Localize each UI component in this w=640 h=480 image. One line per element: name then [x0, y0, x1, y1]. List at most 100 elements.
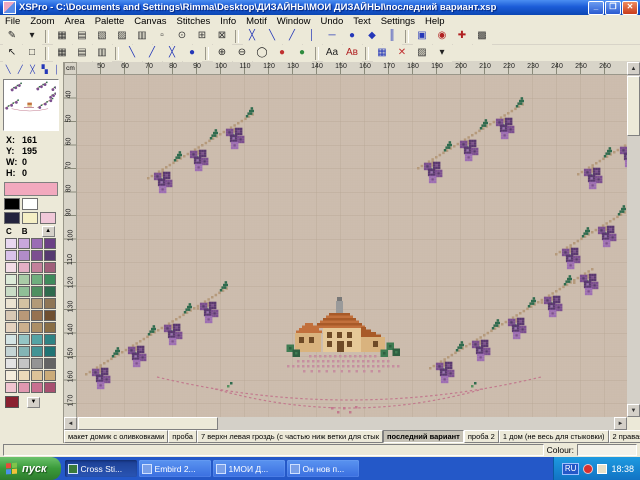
palette-swatch[interactable] — [5, 382, 17, 393]
tool-zoom-actual-button[interactable]: ◯ — [253, 45, 272, 62]
tool-blue-dot-button[interactable]: ● — [183, 45, 202, 62]
tool-circle-green-button[interactable]: ● — [293, 45, 312, 62]
palette-swatch[interactable] — [18, 370, 30, 381]
tool-pencil-tool-button[interactable]: ✎ — [3, 28, 22, 45]
palette-swatch[interactable] — [22, 212, 38, 224]
pattern-tab[interactable]: последний вариант — [383, 430, 464, 443]
palette-swatch[interactable] — [40, 212, 56, 224]
pattern-tab[interactable]: 7 верхн левая гроздь (с частью ниж ветки… — [197, 430, 383, 443]
pattern-tab[interactable]: проба — [168, 430, 197, 443]
palette-swatch[interactable] — [31, 250, 43, 261]
palette-swatch[interactable] — [4, 212, 20, 224]
tool-blue-vertical-button[interactable]: │ — [303, 28, 322, 45]
palette-swatch[interactable] — [44, 322, 56, 333]
palette-swatch[interactable] — [5, 250, 17, 261]
palette-swatch[interactable] — [18, 286, 30, 297]
tool-quarter-stitch-button[interactable]: ▧ — [93, 28, 112, 45]
palette-swatch[interactable] — [5, 334, 17, 345]
palette-swatch[interactable] — [44, 334, 56, 345]
pattern-tab[interactable]: проба 2 — [464, 430, 499, 443]
tool-pencil-dropdown-button[interactable]: ▾ — [23, 28, 42, 45]
palette-swatch[interactable] — [31, 238, 43, 249]
palette-swatch[interactable] — [18, 250, 30, 261]
palette-swatch[interactable] — [5, 370, 17, 381]
tool-blue-horizontal-button[interactable]: ─ — [323, 28, 342, 45]
pattern-tab[interactable]: 1 дом (не весь для стыковки) — [499, 430, 609, 443]
palette-swatch[interactable] — [18, 310, 30, 321]
tool-back-stitch-button[interactable]: ▥ — [133, 28, 152, 45]
palette-swatch[interactable] — [5, 262, 17, 273]
taskbar-button[interactable]: Cross Sti... — [65, 460, 137, 477]
menu-text[interactable]: Text — [348, 16, 375, 27]
maximize-button[interactable]: ❐ — [605, 1, 621, 15]
tool-half-cross-stitch-button[interactable]: ▤ — [73, 28, 92, 45]
tool-circle-red-button[interactable]: ● — [273, 45, 292, 62]
menu-motif[interactable]: Motif — [241, 16, 272, 27]
close-button[interactable]: ✕ — [622, 1, 638, 15]
start-button[interactable]: пуск — [0, 457, 61, 480]
palette-swatch[interactable] — [4, 198, 20, 210]
vertical-scrollbar[interactable]: ▲ ▼ — [627, 62, 640, 417]
tool-pattern-tool-button[interactable]: ▨ — [413, 45, 432, 62]
palette-swatch[interactable] — [5, 322, 17, 333]
tool-three-quarter-stitch-button[interactable]: ▨ — [113, 28, 132, 45]
tool-blue-line-x-button[interactable]: ╳ — [163, 45, 182, 62]
tool-french-knot-button[interactable]: ⊙ — [173, 28, 192, 45]
palette-scroll-up-button[interactable]: ▲ — [42, 226, 55, 237]
palette-swatch[interactable] — [44, 382, 56, 393]
tool-petite-stitch-button[interactable]: ▫ — [153, 28, 172, 45]
palette-swatch[interactable] — [44, 358, 56, 369]
palette-swatch[interactable] — [31, 382, 43, 393]
palette-swatch[interactable] — [31, 298, 43, 309]
tool-grid-toggle-button[interactable]: ▩ — [473, 28, 492, 45]
menu-zoom[interactable]: Zoom — [25, 16, 59, 27]
tool-side-quarter-button[interactable]: ▚ — [39, 63, 50, 77]
palette-swatch[interactable] — [22, 198, 38, 210]
palette-swatch[interactable] — [44, 238, 56, 249]
palette-swatch[interactable] — [44, 262, 56, 273]
tool-side-half-nw-button[interactable]: ╲ — [3, 63, 14, 77]
scroll-left-button[interactable]: ◄ — [64, 417, 77, 430]
scroll-up-button[interactable]: ▲ — [627, 62, 640, 75]
palette-swatch[interactable] — [44, 370, 56, 381]
palette-swatch[interactable] — [5, 358, 17, 369]
tool-letters-large-button[interactable]: Aa — [323, 45, 342, 62]
palette-swatch[interactable] — [5, 298, 17, 309]
palette-swatch[interactable] — [18, 274, 30, 285]
palette-swatch[interactable] — [31, 310, 43, 321]
palette-extra-swatch[interactable] — [5, 396, 19, 408]
taskbar-button[interactable]: Он нов п... — [287, 460, 359, 477]
palette-swatch[interactable] — [5, 274, 17, 285]
palette-scroll-down-button[interactable]: ▼ — [27, 397, 40, 408]
palette-swatch[interactable] — [44, 310, 56, 321]
tool-select-rect-button[interactable]: □ — [23, 45, 42, 62]
palette-swatch[interactable] — [5, 346, 17, 357]
tool-blue-bead-button[interactable]: ◆ — [363, 28, 382, 45]
palette-swatch[interactable] — [5, 238, 17, 249]
menu-undo[interactable]: Undo — [316, 16, 349, 27]
tray-app-icon[interactable] — [597, 464, 607, 474]
tool-blue-full-stitch-button[interactable]: ╳ — [243, 28, 262, 45]
palette-swatch[interactable] — [44, 298, 56, 309]
tool-delete-red-button[interactable]: ✕ — [393, 45, 412, 62]
tool-blue-half-fwd-button[interactable]: ╱ — [283, 28, 302, 45]
palette-swatch[interactable] — [18, 346, 30, 357]
palette-swatch[interactable] — [44, 250, 56, 261]
palette-swatch[interactable] — [44, 274, 56, 285]
menu-settings[interactable]: Settings — [376, 16, 420, 27]
vertical-scroll-thumb[interactable] — [627, 76, 640, 136]
tool-bead-stitch-button[interactable]: ⊞ — [193, 28, 212, 45]
palette-swatch[interactable] — [18, 262, 30, 273]
palette-swatch[interactable] — [31, 346, 43, 357]
tool-letters-colored-button[interactable]: Ав — [343, 45, 362, 62]
tool-blue-long-stitch-button[interactable]: ║ — [383, 28, 402, 45]
tool-full-cross-stitch-button[interactable]: ▦ — [53, 28, 72, 45]
tool-stitch-view-3-button[interactable]: ▥ — [93, 45, 112, 62]
selected-color-swatch[interactable] — [4, 182, 58, 196]
palette-swatch[interactable] — [31, 334, 43, 345]
menu-canvas[interactable]: Canvas — [129, 16, 171, 27]
tool-knot-red-button[interactable]: ◉ — [433, 28, 452, 45]
palette-swatch[interactable] — [31, 286, 43, 297]
pattern-preview[interactable] — [3, 79, 59, 131]
tool-cross-red-button[interactable]: ✚ — [453, 28, 472, 45]
